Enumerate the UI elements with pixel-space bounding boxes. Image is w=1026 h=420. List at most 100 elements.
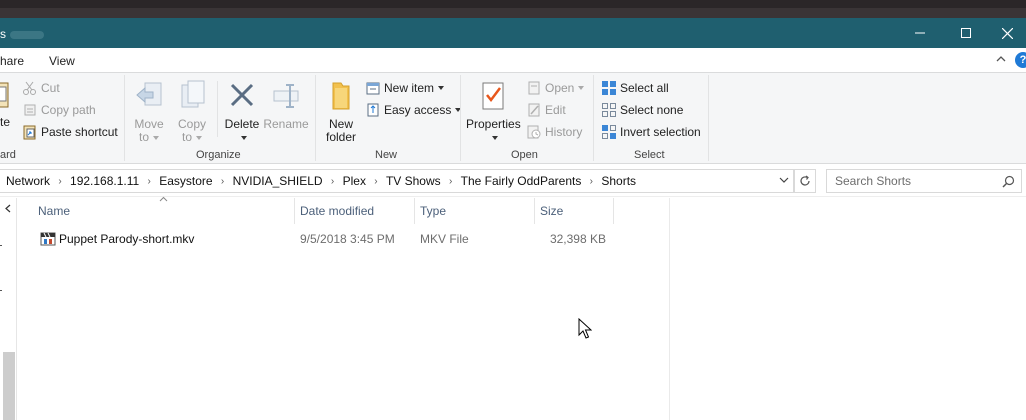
chevron-right-icon[interactable]: › [581, 176, 601, 187]
open-button[interactable]: Open [526, 80, 585, 96]
organize-group-label: Organize [196, 149, 241, 161]
copy-path-icon [24, 104, 36, 116]
history-button[interactable]: History [526, 124, 582, 140]
window-title: s [0, 27, 6, 41]
address-bar-row: Network › 192.168.1.11 › Easystore › NVI… [0, 165, 1026, 197]
file-row[interactable]: Puppet Parody-short.mkv 9/5/2018 3:45 PM… [18, 228, 614, 250]
delete-label: Delete [224, 117, 260, 131]
chevron-right-icon[interactable]: › [323, 176, 343, 187]
column-size-label: Size [540, 204, 564, 218]
refresh-button[interactable] [794, 169, 816, 193]
group-separator [708, 75, 709, 161]
group-separator [593, 75, 594, 161]
paste-shortcut-button[interactable]: Paste shortcut [22, 124, 118, 140]
close-icon [1002, 27, 1013, 39]
breadcrumb-nvidia-shield[interactable]: NVIDIA_SHIELD [233, 174, 323, 188]
title-bar[interactable]: s [0, 18, 1026, 48]
navigation-pane[interactable] [0, 198, 17, 420]
history-icon [527, 125, 541, 139]
paste-label: te [0, 115, 11, 129]
group-separator [124, 75, 125, 161]
file-name[interactable]: Puppet Parody-short.mkv [39, 228, 194, 250]
column-name-label: Name [38, 204, 71, 218]
properties-icon [482, 82, 504, 110]
folder-icon [332, 82, 350, 110]
rename-button[interactable]: Rename [263, 79, 309, 131]
column-date-label: Date modified [300, 204, 375, 218]
nav-item-fragment [0, 245, 2, 246]
edit-button[interactable]: Edit [526, 102, 566, 118]
file-name-text: Puppet Parody-short.mkv [59, 232, 195, 246]
paste-button[interactable]: te [0, 115, 10, 129]
select-none-icon [602, 103, 616, 117]
chevron-right-icon[interactable]: › [366, 176, 386, 187]
chevron-right-icon[interactable]: › [213, 176, 233, 187]
tab-view[interactable]: View [49, 54, 75, 68]
help-icon[interactable]: ? [1015, 52, 1026, 68]
column-header-size[interactable]: Size [535, 198, 614, 224]
minimize-button[interactable] [897, 18, 943, 48]
file-list[interactable]: Name Date modified Type Size Puppet Paro… [18, 196, 1026, 420]
copy-path-button[interactable]: Copy path [22, 102, 96, 118]
copy-to-label-1: Copy [177, 117, 206, 131]
select-all-button[interactable]: Select all [601, 80, 669, 96]
invert-selection-button[interactable]: Invert selection [601, 124, 701, 140]
new-item-label: New item [384, 81, 435, 95]
address-history-dropdown-icon[interactable] [778, 174, 790, 186]
minimize-icon [915, 32, 925, 34]
new-item-button[interactable]: New item [365, 80, 445, 96]
select-none-button[interactable]: Select none [601, 102, 683, 118]
breadcrumb-plex[interactable]: Plex [343, 174, 366, 188]
collapse-ribbon-icon[interactable] [994, 52, 1008, 66]
column-header-name[interactable]: Name [33, 198, 295, 224]
breadcrumb-network[interactable]: Network [6, 174, 50, 188]
new-folder-label-2: folder [325, 130, 357, 144]
properties-button[interactable]: Properties [466, 79, 521, 144]
chevron-right-icon[interactable]: › [50, 176, 70, 187]
open-group-label: Open [511, 149, 538, 161]
column-header-date[interactable]: Date modified [295, 198, 415, 224]
move-to-button[interactable]: Move to [131, 79, 167, 144]
easy-access-button[interactable]: Easy access [365, 102, 462, 118]
window-title-blurred [10, 31, 44, 39]
breadcrumb-tv-shows[interactable]: TV Shows [386, 174, 441, 188]
close-button[interactable] [989, 18, 1026, 48]
cut-label: Cut [41, 81, 60, 95]
copy-to-label-2: to [181, 130, 192, 144]
select-all-icon [602, 81, 616, 95]
search-box[interactable] [826, 169, 1022, 193]
group-separator [460, 75, 461, 161]
column-header-row: Name Date modified Type Size [18, 196, 614, 224]
select-group-label: Select [634, 149, 665, 161]
cut-button[interactable]: Cut [22, 80, 60, 96]
new-folder-button[interactable]: New folder [322, 79, 360, 144]
delete-button[interactable]: Delete [222, 79, 262, 144]
paste-shortcut-icon [23, 125, 36, 140]
maximize-icon [961, 28, 971, 38]
open-icon [528, 81, 540, 95]
breadcrumb-fairly-oddparents[interactable]: The Fairly OddParents [461, 174, 582, 188]
scroll-up-icon[interactable] [4, 204, 13, 213]
search-input[interactable] [835, 174, 995, 188]
column-type-label: Type [420, 204, 447, 218]
chevron-right-icon[interactable]: › [139, 176, 159, 187]
copy-to-icon [181, 80, 205, 108]
nav-scrollbar-thumb[interactable] [3, 352, 15, 420]
copy-to-button[interactable]: Copy to [174, 79, 210, 144]
select-all-label: Select all [620, 81, 669, 95]
maximize-button[interactable] [943, 18, 989, 48]
file-size: 32,398 KB [549, 232, 606, 246]
chevron-right-icon[interactable]: › [441, 176, 461, 187]
inner-separator [217, 81, 218, 137]
invert-selection-label: Invert selection [620, 125, 701, 139]
breadcrumb[interactable]: Network › 192.168.1.11 › Easystore › NVI… [0, 169, 794, 193]
breadcrumb-easystore[interactable]: Easystore [159, 174, 212, 188]
breadcrumb-ip[interactable]: 192.168.1.11 [70, 174, 139, 188]
tab-share[interactable]: hare [0, 54, 24, 68]
move-to-label-1: Move [134, 117, 164, 131]
search-icon[interactable] [1002, 175, 1015, 188]
nav-item-fragment [0, 290, 2, 291]
column-header-type[interactable]: Type [415, 198, 535, 224]
group-separator [315, 75, 316, 161]
breadcrumb-shorts[interactable]: Shorts [601, 174, 636, 188]
